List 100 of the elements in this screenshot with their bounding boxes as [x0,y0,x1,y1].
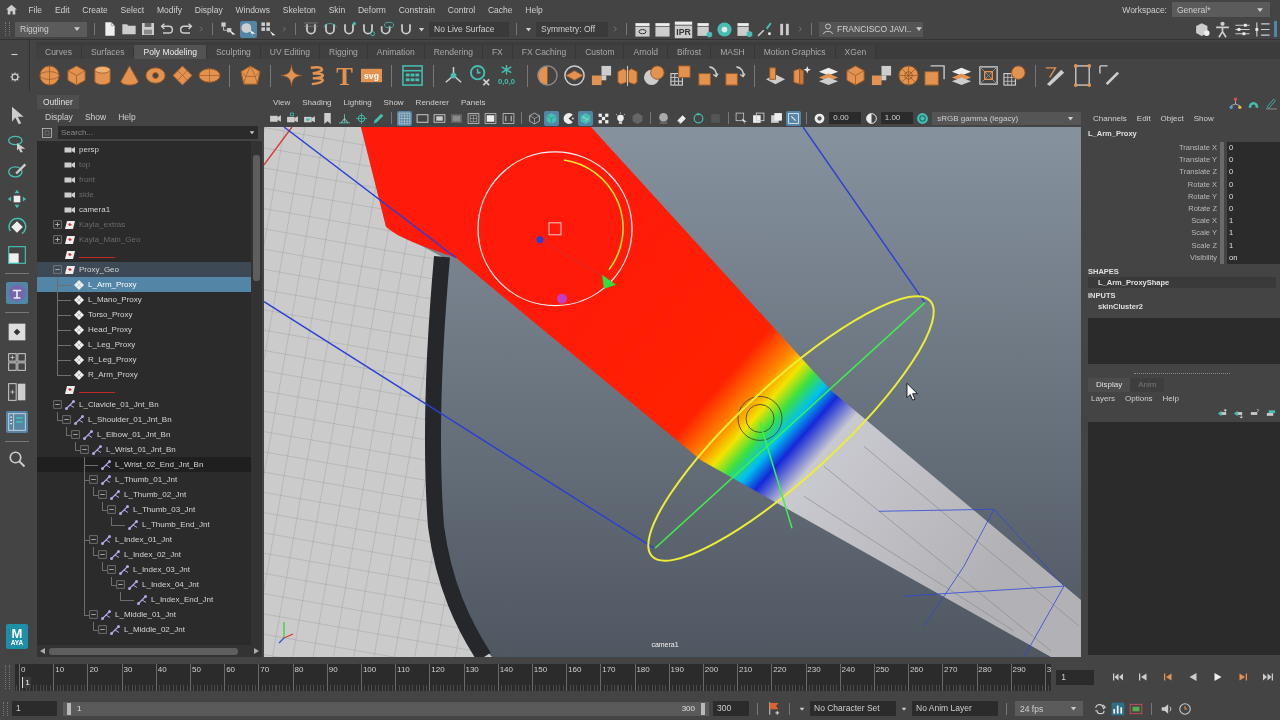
collapse-icon[interactable] [116,580,125,589]
cube-arrow-icon[interactable] [696,64,720,87]
step-back-icon[interactable] [1162,671,1174,683]
menu-item[interactable]: Show [78,111,113,122]
outliner-item[interactable]: L_Index_01_Jnt [37,532,251,547]
outliner-item[interactable]: L_Index_03_Jnt [37,562,251,577]
gamma-field[interactable]: 1.00 [880,112,913,124]
expand-icon[interactable] [53,220,62,229]
cube-icon[interactable] [64,64,88,87]
outliner-item[interactable]: L_Middle_02_Jnt [37,622,251,637]
grid-magnet-icon[interactable] [303,21,319,37]
grid-icon[interactable] [397,110,413,126]
safe-title-icon[interactable] [500,110,516,126]
shelf-tab[interactable]: Sculpting [206,45,261,59]
redo-icon[interactable] [178,21,194,37]
dotted-square-icon[interactable] [41,126,53,139]
outliner-item[interactable]: L_Arm_Proxy [37,277,251,292]
menu-item[interactable]: Skin [322,4,352,15]
new-file-icon[interactable] [102,21,118,37]
squares-icon[interactable] [589,64,613,87]
outliner-item[interactable]: L_Shoulder_01_Jnt_Bn [37,412,251,427]
outliner-item[interactable]: L_Index_04_Jnt [37,577,251,592]
menu-item[interactable]: View [267,97,297,107]
exposure-field[interactable]: 0.00 [829,112,862,124]
collapse-icon[interactable] [53,265,62,274]
shelf-tab[interactable]: FX [482,45,513,59]
ring-sphere-icon[interactable] [716,20,733,38]
layer-arrow-icon[interactable] [1233,408,1244,420]
step-forward-icon[interactable] [1237,671,1249,683]
magnet-icon[interactable] [398,21,414,37]
expand-icon[interactable] [53,235,62,244]
pivot-dot[interactable] [536,236,544,244]
torus-icon[interactable] [144,64,168,87]
menu-item[interactable]: Help [112,111,142,122]
outliner-item[interactable]: L_Middle_01_Jnt [37,607,251,622]
grid-sphere-icon[interactable] [1003,64,1027,87]
menu-set-dropdown[interactable]: Rigging [15,21,87,37]
sparkle-icon[interactable] [279,64,303,87]
outliner-item[interactable]: L_Mano_Proxy [37,292,251,307]
shelf-tab[interactable]: Animation [367,45,425,59]
curve-magnet-icon[interactable] [322,21,338,37]
undo-icon[interactable] [159,21,175,37]
scrollbar-thumb[interactable] [49,647,238,655]
cube-arrow-icon[interactable] [722,64,746,87]
play-backward-icon[interactable] [1187,671,1199,683]
menu-item[interactable]: Help [1157,394,1185,404]
menu-item[interactable]: Object [1155,114,1189,123]
safe-action-icon[interactable] [483,110,499,126]
shelf-tab[interactable]: Poly Modeling [134,45,207,59]
play-icon[interactable] [1212,671,1224,683]
settings-icon[interactable] [9,71,20,82]
menu-item[interactable]: Cache [481,4,519,15]
folder-icon[interactable] [121,21,137,37]
menu-item[interactable]: Constrain [392,4,442,15]
character-set-field[interactable]: No Character Set [810,701,896,716]
outliner-item[interactable]: L_Elbow_01_Jnt_Bn [37,427,251,442]
view-magnet-icon[interactable] [360,21,376,37]
menu-item[interactable]: Skeleton [276,4,323,15]
outliner-item[interactable]: L_Wrist_02_End_Jnt_Bn [37,457,251,472]
joint-window-icon[interactable] [785,110,801,126]
frame-marker-icon[interactable] [1129,701,1143,716]
shelf-tab[interactable]: Custom [576,45,625,59]
polyhedron-icon[interactable] [238,64,262,87]
collapse-icon[interactable] [89,535,98,544]
fps-dropdown[interactable]: 24 fps [1015,701,1083,716]
half-circle-icon[interactable] [536,64,560,87]
grid-squares-icon[interactable] [669,64,693,87]
edit-pencil-icon[interactable] [1265,96,1278,110]
menu-item[interactable]: Edit [48,4,76,15]
menu-item[interactable]: Display [188,4,230,15]
two-panes-icon[interactable] [6,381,28,403]
handle-dot[interactable] [557,293,567,304]
menu-item[interactable]: Show [377,97,410,107]
menu-item[interactable]: File [22,4,49,15]
shelf-tab[interactable]: XGen [835,45,877,59]
menu-item[interactable]: Modify [150,4,189,15]
diagonal-squares-icon[interactable] [923,64,947,87]
live-surface-field[interactable]: No Live Surface [429,21,509,37]
home-icon[interactable] [5,3,18,16]
menu-item[interactable]: Display [39,111,79,122]
outliner-item[interactable]: L_Clavicle_01_Jnt_Bn [37,397,251,412]
four-panes-icon[interactable] [6,351,28,373]
menu-item[interactable]: Options [1120,394,1158,404]
anim-layer-field[interactable]: No Anim Layer [912,701,998,716]
range-slider[interactable]: 1 300 [63,701,709,716]
bar-graph-icon[interactable] [1111,701,1125,716]
outliner-tab[interactable]: Outliner [37,95,79,109]
grid-window-icon[interactable] [400,64,424,87]
menu-item[interactable]: Edit [1131,114,1156,123]
search-icon[interactable] [8,450,26,468]
outliner-item[interactable]: Head_Proxy [37,322,251,337]
collapse-icon[interactable] [53,400,62,409]
clapper-icon[interactable] [654,20,671,38]
outliner-item[interactable]: R_Leg_Proxy [37,352,251,367]
layer-tab[interactable]: Display [1088,377,1131,392]
outliner-item[interactable]: L_Thumb_03_Jnt [37,502,251,517]
point-magnet-icon[interactable] [341,21,357,37]
collapse-icon[interactable] [89,610,98,619]
search-field[interactable]: Search... [58,126,246,139]
diamond-icon[interactable] [170,64,194,87]
